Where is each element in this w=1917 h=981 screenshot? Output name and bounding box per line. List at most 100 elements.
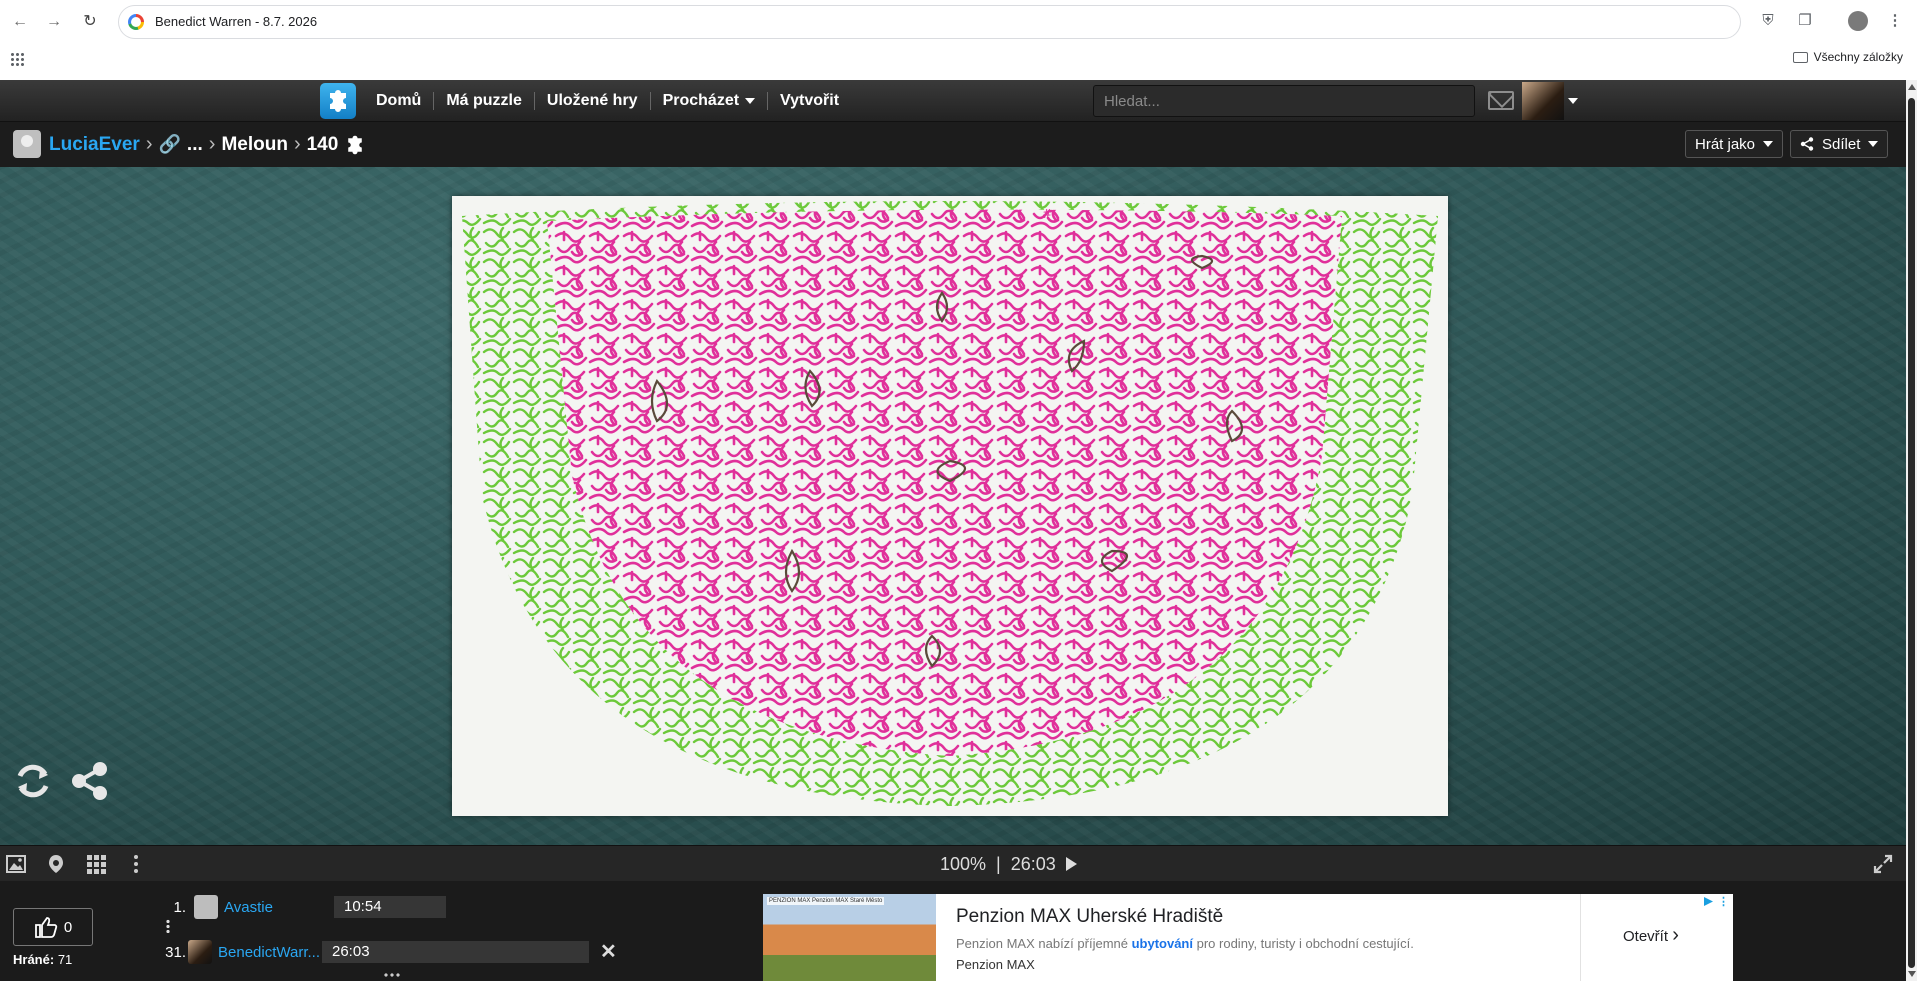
ad-description: Penzion MAX nabízí příjemné ubytování pr… — [956, 936, 1414, 951]
address-bar[interactable]: Benedict Warren - 8.7. 2026 — [118, 5, 1741, 39]
puzzle-play-area[interactable]: # — [0, 167, 1906, 845]
nav-browse[interactable]: Procházet — [651, 92, 769, 110]
play-icon[interactable] — [1065, 857, 1077, 871]
ghost-image-icon[interactable] — [45, 853, 67, 875]
extensions-icon[interactable]: ❐ — [1795, 11, 1815, 31]
played-counter: Hráné: 71 — [13, 952, 72, 967]
play-as-label: Hrát jako — [1695, 135, 1756, 153]
ad-open-button[interactable]: Otevřít › — [1623, 924, 1679, 947]
chrome-menu-icon[interactable]: ⋮ — [1885, 11, 1905, 31]
apps-grid-icon[interactable] — [10, 52, 24, 66]
leaderboard-avatar[interactable] — [194, 895, 218, 919]
more-options-icon[interactable] — [125, 853, 147, 875]
breadcrumb-ellipsis[interactable]: ... — [187, 134, 203, 156]
image-preview-icon[interactable] — [5, 853, 27, 875]
progress-percent: 100% — [940, 853, 987, 874]
leaderboard-expand-icon[interactable] — [166, 919, 170, 933]
share-label: Sdílet — [1822, 135, 1861, 153]
link-icon[interactable]: 🔗 — [159, 134, 181, 155]
google-icon — [128, 14, 144, 30]
scrollbar-thumb[interactable] — [1908, 98, 1915, 968]
leaderboard-rank: 31. — [165, 943, 186, 961]
chevron-right-icon: › — [1672, 924, 1679, 946]
browser-chrome: ← → ↻ Benedict Warren - 8.7. 2026 ⛨ ❐ ⋮ … — [0, 0, 1917, 80]
chevron-down-icon — [1868, 141, 1879, 147]
reload-icon[interactable]: ↻ — [78, 10, 102, 34]
chevron-right-icon: › — [293, 133, 301, 155]
ad-desc-text: Penzion MAX nabízí příjemné — [956, 936, 1132, 951]
address-text: Benedict Warren - 8.7. 2026 — [155, 14, 318, 29]
puzzle-image[interactable]: # — [452, 196, 1448, 816]
piece-count: 140 — [306, 133, 339, 155]
chevron-down-icon — [745, 98, 756, 104]
leaderboard-name[interactable]: BenedictWarr... — [218, 944, 322, 961]
played-count: 71 — [57, 952, 73, 967]
share-icon — [1800, 137, 1814, 151]
ad-brand: Penzion MAX — [956, 957, 1035, 972]
nav-saved-games[interactable]: Uložené hry — [535, 92, 651, 110]
profile-avatar[interactable] — [1848, 11, 1868, 31]
nav-my-puzzles[interactable]: Má puzzle — [434, 92, 535, 110]
status-divider: | — [996, 853, 1001, 874]
nav-my-puzzles-label: Má puzzle — [446, 92, 522, 109]
site-header: Domů Má puzzle Uložené hry Procházet Vyt… — [0, 80, 1906, 122]
puzzle-toolbar: 100% | 26:03 — [0, 845, 1906, 881]
breadcrumb-puzzle-title: Meloun — [221, 133, 288, 155]
like-count: 0 — [63, 918, 73, 936]
play-as-button[interactable]: Hrát jako — [1685, 130, 1784, 158]
ad-image[interactable]: PENZION MAX Penzion MAX Staré Město — [763, 894, 936, 981]
back-icon[interactable]: ← — [8, 10, 32, 34]
leaderboard-name[interactable]: Avastie — [224, 899, 334, 916]
folder-icon — [1792, 51, 1808, 63]
breadcrumb-user[interactable]: LuciaEver — [49, 134, 140, 156]
like-button[interactable]: 0 — [13, 908, 93, 946]
advertisement[interactable]: PENZION MAX Penzion MAX Staré Město Penz… — [763, 894, 1733, 981]
nav-browse-label: Procházet — [662, 92, 740, 109]
nav-create[interactable]: Vytvořit — [768, 92, 851, 110]
mail-icon[interactable] — [1488, 91, 1514, 110]
breadcrumb-bar: LuciaEver › 🔗 ... › Meloun › 140 Hrát ja… — [0, 122, 1906, 167]
footer: 0 Hráné: 71 1. Avastie 10:54 31. Benedic… — [0, 881, 1906, 981]
watermelon-maze-image: # — [452, 196, 1448, 816]
ad-title[interactable]: Penzion MAX Uherské Hradiště — [956, 906, 1223, 928]
share-puzzle-icon[interactable] — [70, 760, 110, 802]
ad-desc-highlight[interactable]: ubytování — [1132, 936, 1193, 951]
breadcrumb: LuciaEver › 🔗 ... › Meloun › 140 — [49, 122, 366, 167]
share-button[interactable]: Sdílet — [1790, 130, 1889, 158]
leaderboard-time: 26:03 — [322, 941, 589, 963]
ad-menu-icon[interactable]: ⋮ — [1718, 895, 1729, 908]
shield-icon[interactable]: ⛨ — [1758, 11, 1778, 31]
chevron-right-icon: › — [145, 133, 153, 155]
puzzle-piece-icon — [348, 135, 363, 154]
ad-image-caption: PENZION MAX Penzion MAX Staré Město — [767, 897, 885, 905]
elapsed-timer: 26:03 — [1010, 853, 1056, 874]
ad-choices-icon[interactable] — [1703, 896, 1714, 907]
all-bookmarks[interactable]: Všechny záložky — [1792, 50, 1903, 64]
fullscreen-icon[interactable] — [1872, 853, 1894, 875]
leaderboard-row-current-user: 31. BenedictWarr... 26:03 — [160, 940, 589, 964]
grid-icon[interactable] — [85, 853, 107, 875]
chevron-down-icon — [1763, 141, 1774, 147]
puzzle-status: 100% | 26:03 — [940, 846, 1077, 882]
refresh-icon[interactable] — [12, 760, 54, 802]
main-menu: Domů Má puzzle Uložené hry Procházet Vyt… — [364, 80, 851, 122]
page-scrollbar[interactable] — [1906, 80, 1917, 981]
author-avatar[interactable] — [13, 130, 41, 158]
played-label: Hráné: — [13, 952, 55, 967]
thumbs-up-icon — [34, 917, 58, 938]
site-logo[interactable] — [320, 83, 356, 119]
user-avatar[interactable] — [1522, 82, 1564, 120]
scroll-up-icon[interactable] — [1908, 84, 1916, 90]
leaderboard-avatar[interactable] — [188, 940, 212, 964]
more-horizontal-icon[interactable] — [383, 972, 401, 978]
user-menu-chevron-icon[interactable] — [1568, 98, 1578, 104]
drawing-date-note: # — [1042, 207, 1052, 221]
address-row: ← → ↻ Benedict Warren - 8.7. 2026 ⛨ ❐ ⋮ — [0, 0, 1917, 44]
nav-home-label: Domů — [376, 92, 422, 109]
scroll-down-icon[interactable] — [1908, 971, 1916, 977]
close-icon[interactable]: ✕ — [600, 939, 617, 964]
nav-home[interactable]: Domů — [364, 92, 435, 110]
leaderboard-time: 10:54 — [334, 896, 446, 918]
search-input[interactable] — [1093, 85, 1475, 117]
forward-icon[interactable]: → — [42, 10, 66, 34]
